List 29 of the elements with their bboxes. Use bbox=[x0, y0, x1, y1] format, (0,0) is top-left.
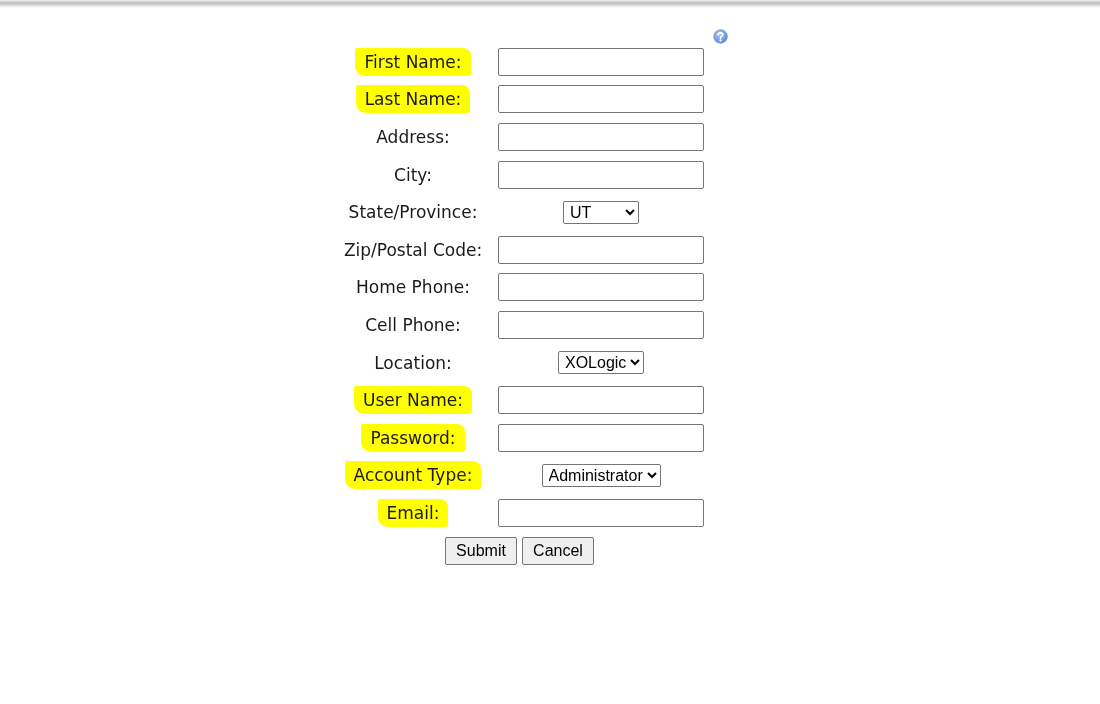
highlighted-field-label: Account Type: bbox=[344, 461, 482, 490]
highlighted-field-label: Password: bbox=[361, 423, 465, 452]
field-label: Location: bbox=[373, 351, 453, 375]
dropdown[interactable]: XOLogic bbox=[558, 351, 644, 375]
text-field[interactable] bbox=[498, 498, 704, 527]
form-button[interactable]: Submit bbox=[445, 536, 517, 565]
text-field[interactable] bbox=[498, 160, 704, 189]
highlighted-field-label: First Name: bbox=[355, 47, 471, 76]
text-field[interactable] bbox=[498, 123, 704, 151]
text-field[interactable] bbox=[498, 235, 704, 264]
field-label: Zip/Postal Code: bbox=[342, 238, 484, 262]
highlighted-field-label: Email: bbox=[377, 498, 449, 527]
field-label: Cell Phone: bbox=[364, 313, 462, 337]
form-button[interactable]: Cancel bbox=[522, 536, 594, 565]
text-field[interactable] bbox=[498, 273, 704, 302]
dropdown[interactable]: UT bbox=[563, 200, 639, 224]
field-label: Home Phone: bbox=[355, 276, 471, 300]
field-label: State/Province: bbox=[347, 201, 479, 225]
dropdown[interactable]: Administrator bbox=[541, 463, 661, 487]
field-label: Address: bbox=[375, 126, 451, 149]
field-label: City: bbox=[393, 163, 433, 187]
help-icon[interactable] bbox=[713, 29, 728, 44]
text-field[interactable] bbox=[498, 310, 704, 339]
text-field[interactable] bbox=[498, 47, 704, 76]
highlighted-field-label: User Name: bbox=[353, 386, 472, 415]
text-field[interactable] bbox=[498, 85, 704, 114]
text-field[interactable] bbox=[498, 423, 704, 452]
text-field[interactable] bbox=[498, 386, 704, 415]
highlighted-field-label: Last Name: bbox=[355, 85, 471, 114]
